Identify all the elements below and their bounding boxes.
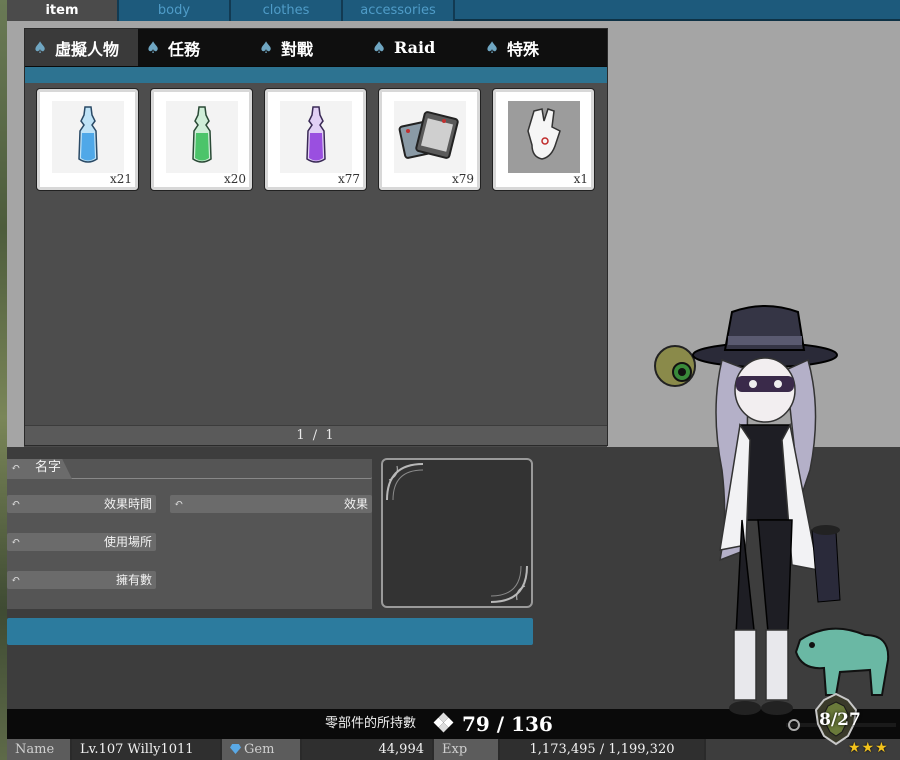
item-panel: ♠ 虛擬人物 ♠ 任務 ♠ 對戰 ♠ Raid ♠ 特殊 x21 x20 x77…	[24, 28, 608, 446]
arrow-icon: ↶	[11, 461, 21, 474]
effect-time-field: ↶ 效果時間	[7, 495, 156, 513]
parts-label: 零部件的所持數	[325, 716, 417, 731]
arrow-icon: ↶	[11, 573, 21, 586]
item-slot[interactable]: x20	[151, 89, 252, 190]
spade-icon: ♠	[258, 37, 274, 57]
tab-clothes[interactable]: clothes	[231, 0, 343, 21]
item-grid: x21 x20 x77 x79 x1	[37, 89, 594, 190]
green-potion-icon	[192, 106, 212, 163]
category-tab-label: 任務	[168, 39, 201, 59]
spade-icon: ♠	[145, 37, 161, 57]
background-strip	[0, 0, 7, 760]
gem-icon	[230, 744, 241, 754]
item-preview-box	[381, 458, 533, 608]
parts-count: 79 / 136	[462, 712, 553, 736]
blue-potion-icon	[78, 106, 98, 163]
effect-field: ↶ 效果	[170, 495, 372, 513]
tab-accessories[interactable]: accessories	[343, 0, 455, 21]
category-tab-bar: ♠ 虛擬人物 ♠ 任務 ♠ 對戰 ♠ Raid ♠ 特殊	[25, 29, 607, 66]
exp-label: Exp	[434, 739, 500, 760]
item-slot[interactable]: x77	[265, 89, 366, 190]
category-tab-raid[interactable]: ♠ Raid	[364, 29, 477, 66]
item-count: x20	[223, 172, 246, 186]
panel-frame-top	[7, 21, 607, 28]
character-avatar[interactable]	[650, 300, 900, 720]
category-tab-label: 特殊	[507, 39, 540, 59]
description-bar	[7, 618, 533, 645]
arrow-icon: ↶	[11, 497, 21, 510]
category-tab-quest[interactable]: ♠ 任務	[138, 29, 251, 66]
name-label: Name	[7, 739, 72, 760]
ornate-frame-icon	[386, 463, 528, 603]
cards-icon	[398, 111, 459, 159]
page-total: 1	[325, 428, 336, 443]
exp-value: 1,173,495 / 1,199,320	[500, 739, 706, 760]
item-slot[interactable]: x79	[379, 89, 480, 190]
item-count: x77	[337, 172, 360, 186]
category-tab-label: 對戰	[281, 39, 314, 59]
spade-icon: ♠	[371, 37, 387, 57]
category-tab-battle[interactable]: ♠ 對戰	[251, 29, 364, 66]
page-current: 1	[296, 428, 307, 443]
gem-label-cell: Gem	[222, 739, 302, 760]
use-location-label: 使用場所	[103, 535, 152, 549]
category-tab-label: Raid	[394, 38, 436, 57]
arrow-icon: ↶	[174, 497, 184, 510]
gem-label: Gem	[244, 742, 275, 757]
item-count: x21	[109, 172, 132, 186]
item-name-label: 名字	[35, 460, 62, 475]
tab-item[interactable]: item	[7, 0, 119, 21]
category-underline-bar	[25, 66, 607, 83]
spade-icon: ♠	[32, 37, 48, 57]
tab-body[interactable]: body	[119, 0, 231, 21]
gem-value: 44,994	[302, 739, 434, 760]
owned-count-label: 擁有數	[115, 573, 152, 587]
item-slot[interactable]: x21	[37, 89, 138, 190]
item-count: x1	[573, 172, 588, 186]
white-glove-icon	[527, 108, 561, 160]
tab-bar-fill	[455, 0, 900, 21]
category-tab-avatar[interactable]: ♠ 虛擬人物	[25, 29, 138, 66]
main-tab-bar: item body clothes accessories	[7, 0, 900, 21]
page-separator: /	[312, 428, 320, 443]
effect-time-label: 效果時間	[103, 497, 152, 511]
rank-value: 8/27	[819, 710, 861, 730]
effect-label: 效果	[343, 497, 368, 511]
item-count: x79	[451, 172, 474, 186]
spade-icon: ♠	[484, 37, 500, 57]
diamond-icon	[433, 712, 454, 733]
category-tab-label: 虛擬人物	[55, 39, 120, 59]
owned-count-field: ↶ 擁有數	[7, 571, 156, 589]
use-location-field: ↶ 使用場所	[7, 533, 156, 551]
panel-frame-left	[7, 28, 24, 447]
player-name-value: Lv.107 Willy1011	[72, 739, 222, 760]
rank-stars: ★★★	[848, 740, 889, 756]
item-name-field: ↶ 名字	[7, 459, 372, 479]
category-tab-special[interactable]: ♠ 特殊	[477, 29, 590, 66]
purple-potion-icon	[306, 106, 326, 163]
status-bar: Name Lv.107 Willy1011 Gem 44,994 Exp 1,1…	[7, 739, 900, 760]
item-slot[interactable]: x1	[493, 89, 594, 190]
page-indicator: 1 / 1	[25, 425, 607, 445]
arrow-icon: ↶	[11, 535, 21, 548]
